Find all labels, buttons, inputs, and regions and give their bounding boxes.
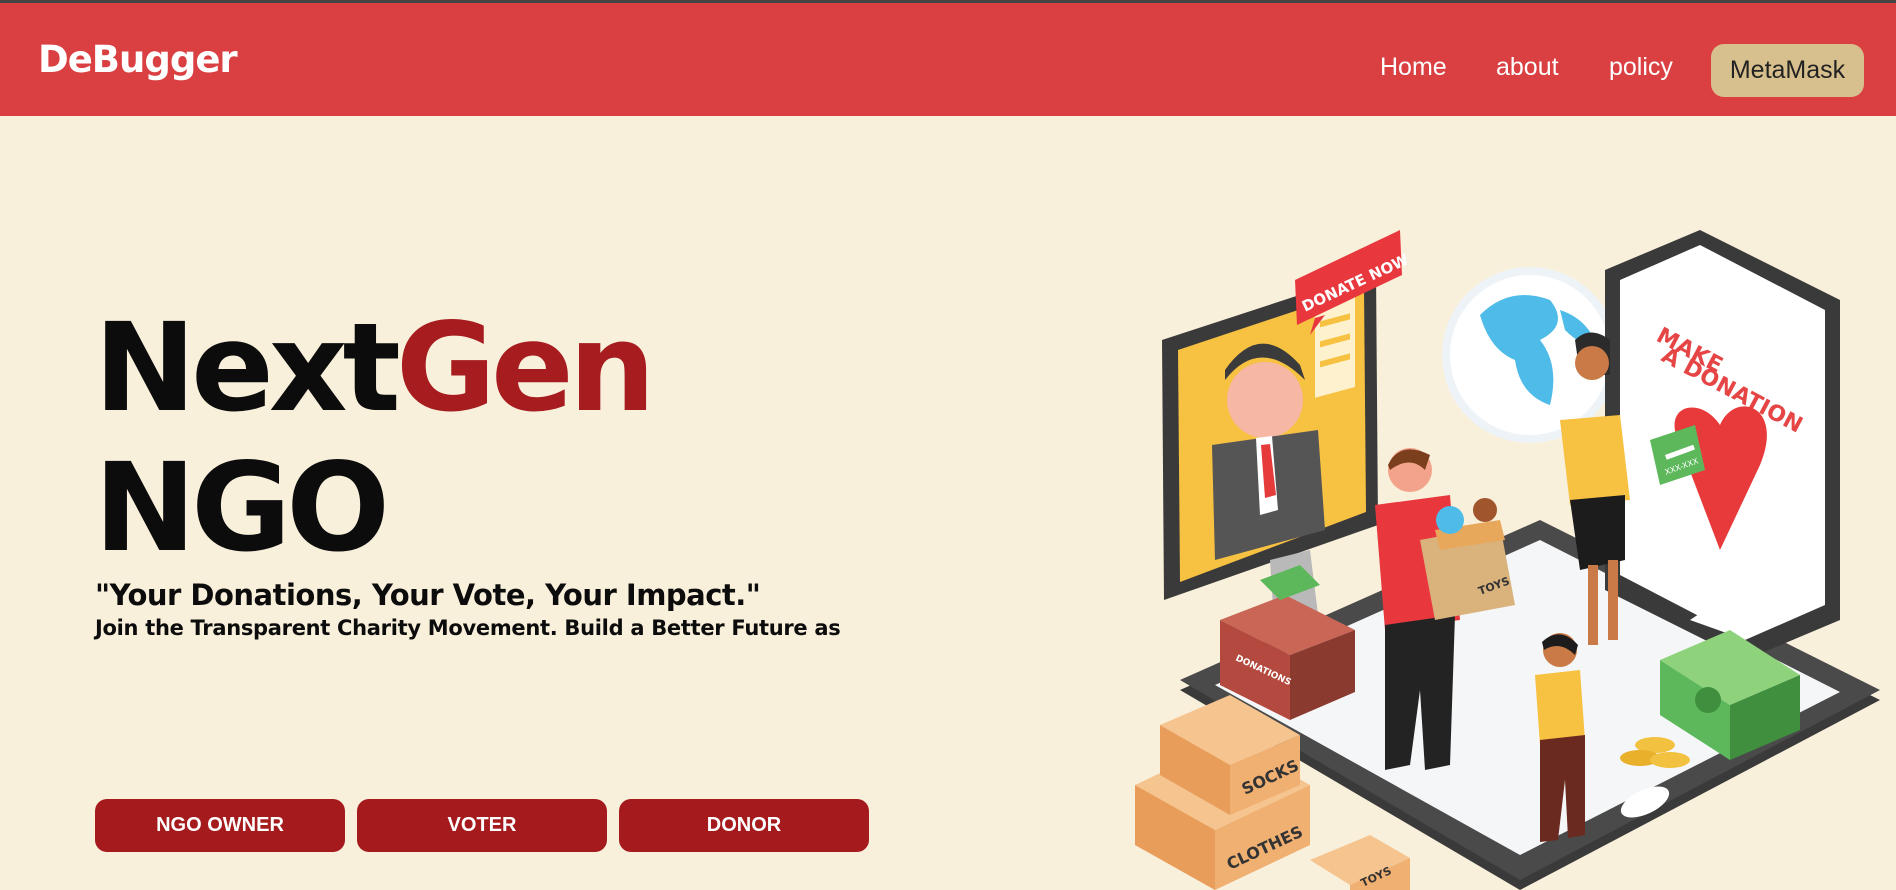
metamask-button[interactable]: MetaMask: [1711, 44, 1864, 97]
hero-title-gen: Gen: [395, 297, 656, 439]
nav-link-about[interactable]: about: [1496, 53, 1559, 82]
donation-illustration: DONATE NOW MAKE A DONATION XXX-XXX TOYS …: [1135, 230, 1880, 890]
voter-button[interactable]: VOTER: [357, 799, 607, 852]
nav-link-home[interactable]: Home: [1380, 53, 1447, 82]
navbar: DeBugger Home about policy MetaMask: [0, 3, 1896, 116]
nav-link-policy[interactable]: policy: [1609, 53, 1673, 82]
hero-title-next: Next: [94, 297, 401, 439]
brand-logo[interactable]: DeBugger: [38, 38, 238, 81]
ngo-owner-button[interactable]: NGO OWNER: [95, 799, 345, 852]
donor-button[interactable]: DONOR: [619, 799, 869, 852]
make-donation-tablet: MAKE A DONATION: [1605, 230, 1840, 660]
hero-title-ngo: NGO: [94, 437, 390, 579]
hero-subtagline: Join the Transparent Charity Movement. B…: [95, 616, 841, 640]
hero-title: NextGen NGO: [94, 297, 656, 579]
hero-tagline: "Your Donations, Your Vote, Your Impact.…: [95, 578, 761, 612]
